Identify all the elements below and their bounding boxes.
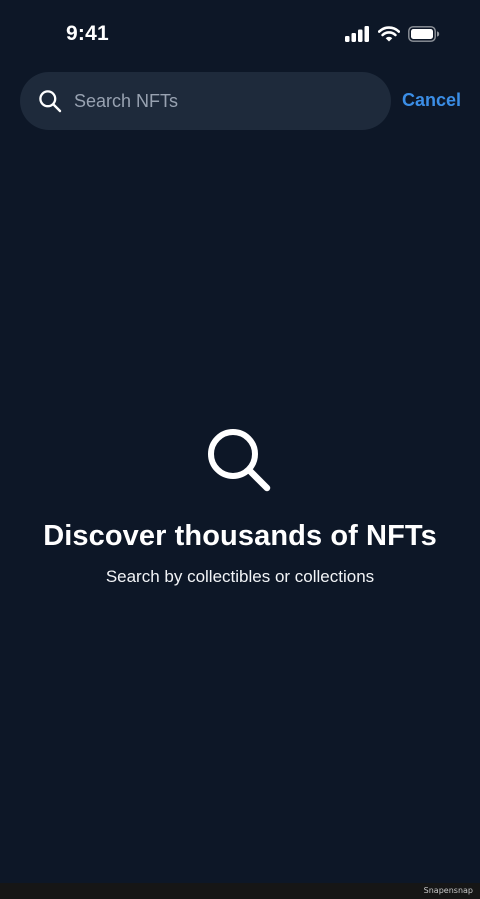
- cancel-button[interactable]: Cancel: [402, 90, 461, 111]
- footer-bar: Snapensnap: [0, 883, 480, 899]
- wifi-icon: [377, 26, 401, 42]
- search-icon: [205, 426, 275, 496]
- empty-state-subtitle: Search by collectibles or collections: [105, 567, 375, 586]
- battery-icon: [408, 26, 440, 42]
- signal-icon: [345, 26, 370, 42]
- search-input[interactable]: [74, 86, 391, 116]
- empty-state-title: Discover thousands of NFTs: [43, 520, 437, 552]
- search-icon: [38, 89, 62, 113]
- watermark: Snapensnap: [423, 886, 473, 895]
- status-time: 9:41: [66, 22, 109, 45]
- status-icons: [345, 26, 440, 42]
- status-bar: 9:41: [0, 0, 480, 70]
- empty-state: Discover thousands of NFTs Search by col…: [0, 426, 480, 587]
- search-bar[interactable]: [20, 72, 391, 130]
